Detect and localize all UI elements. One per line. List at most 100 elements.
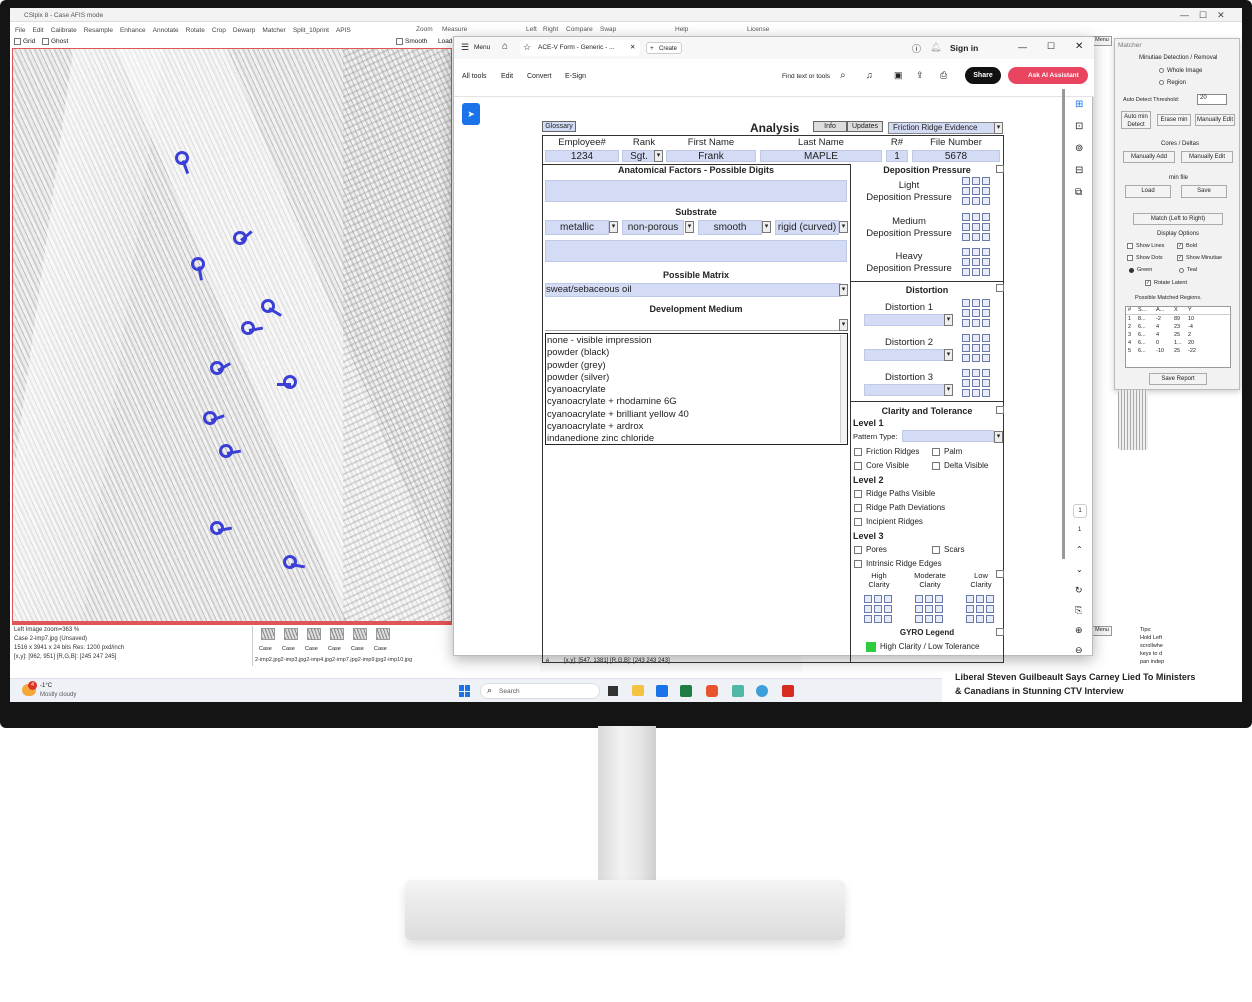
manually-edit-cores-button[interactable]: Manually Edit <box>1181 151 1233 163</box>
minutia-marker[interactable] <box>203 411 217 425</box>
ridge-path-deviations-checkbox[interactable] <box>854 504 862 512</box>
cslip-menu-calibrate[interactable]: Calibrate <box>51 27 77 34</box>
fingerprint-image[interactable] <box>12 48 452 622</box>
evidence-dropdown-icon[interactable]: ▾ <box>994 122 1003 134</box>
bell-icon[interactable]: 🔔︎ <box>930 42 941 53</box>
manually-edit-button[interactable]: Manually Edit <box>1195 114 1235 126</box>
thumbnail-image[interactable] <box>261 628 275 640</box>
thumbnail-strip[interactable]: Case Case Case Case Case Case 2-imp2.jpg2-imp… <box>252 626 452 666</box>
distortion-2-dropdown-icon[interactable]: ▾ <box>944 349 953 361</box>
tool-all-tools[interactable]: All tools <box>462 73 487 80</box>
tool-convert[interactable]: Convert <box>527 73 552 80</box>
matrix-dropdown-icon[interactable]: ▾ <box>839 284 848 296</box>
menu-right[interactable]: Right <box>543 26 558 33</box>
minutia-marker[interactable] <box>241 321 255 335</box>
show-dots-checkbox[interactable] <box>1127 255 1133 261</box>
matcher-menu-button[interactable]: Menu <box>1092 36 1112 46</box>
cslip-menu-rotate[interactable]: Rotate <box>186 27 205 34</box>
gyro-toggle[interactable] <box>996 628 1004 636</box>
pattern-type-dropdown-icon[interactable]: ▾ <box>994 431 1003 443</box>
minimize-icon[interactable]: — <box>1018 42 1027 52</box>
threshold-input[interactable]: 20 <box>1197 94 1227 105</box>
info-button[interactable]: Info <box>813 121 847 132</box>
distortion-3-dropdown-icon[interactable]: ▾ <box>944 384 953 396</box>
updates-button[interactable]: Updates <box>847 121 883 132</box>
substrate-1-dropdown-icon[interactable]: ▾ <box>609 221 618 233</box>
low-clarity-grid[interactable] <box>966 595 994 623</box>
dev-medium-option[interactable]: indanedione zinc chloride <box>547 433 689 445</box>
table-row[interactable]: 1 8... -2 89 10 <box>1126 316 1232 324</box>
distortion-3-grid[interactable] <box>962 369 990 397</box>
menu-measure[interactable]: Measure <box>442 26 467 33</box>
dep-heavy-grid[interactable] <box>962 248 990 276</box>
substrate-3-dropdown-icon[interactable]: ▾ <box>762 221 771 233</box>
whole-image-radio[interactable] <box>1159 68 1164 73</box>
search-box[interactable]: ⌕ Search <box>480 683 600 699</box>
thumbnail-image[interactable] <box>307 628 321 640</box>
dev-medium-option[interactable]: powder (black) <box>547 347 689 359</box>
matched-regions-table[interactable]: # S... A... X Y 1 8... -2 89 10 2 6... 4 23 -4 3 6... 4 25… <box>1125 306 1232 368</box>
erase-min-button[interactable]: Erase min <box>1157 114 1191 126</box>
minutia-marker[interactable] <box>261 299 275 313</box>
news-snippet[interactable]: Liberal Steven Guilbeault Says Carney Li… <box>942 672 1242 702</box>
rotate-latent-checkbox[interactable]: ✓ <box>1145 280 1151 286</box>
auto-min-detect-button[interactable]: Auto min Detect <box>1121 111 1151 129</box>
minutia-marker[interactable] <box>233 231 247 245</box>
palm-checkbox[interactable] <box>932 448 940 456</box>
distortion-1-grid[interactable] <box>962 299 990 327</box>
cslip-menu-edit[interactable]: Edit <box>32 27 43 34</box>
refresh-icon[interactable]: ↻ <box>1075 585 1083 596</box>
smooth-checkbox[interactable] <box>396 38 403 45</box>
bookmark-icon[interactable]: ⊟ <box>1075 165 1083 176</box>
minutia-marker[interactable] <box>210 361 224 375</box>
cslip-menu-matcher[interactable]: Matcher <box>262 27 285 34</box>
edge-icon[interactable] <box>756 685 768 697</box>
table-row[interactable]: 4 6... 0 1... 20 <box>1126 340 1232 348</box>
scan-icon[interactable]: ⊡ <box>1075 121 1083 132</box>
minutia-marker[interactable] <box>191 257 205 271</box>
show-lines-checkbox[interactable] <box>1127 243 1133 249</box>
tool-edit[interactable]: Edit <box>501 73 513 80</box>
menu-swap[interactable]: Swap <box>600 26 616 33</box>
task-view-icon[interactable] <box>608 686 618 696</box>
ai-assistant-button[interactable]: Ask AI Assistant <box>1008 67 1088 84</box>
moderate-clarity-grid[interactable] <box>915 595 943 623</box>
grid-checkbox[interactable] <box>14 38 21 45</box>
excel-icon[interactable] <box>680 685 692 697</box>
minutia-marker[interactable] <box>283 375 297 389</box>
dep-light-grid[interactable] <box>962 177 990 205</box>
region-radio[interactable] <box>1159 80 1164 85</box>
minutia-marker[interactable] <box>210 521 224 535</box>
save-report-button[interactable]: Save Report <box>1149 373 1207 385</box>
brave-icon[interactable] <box>706 685 718 697</box>
incipient-ridges-checkbox[interactable] <box>854 518 862 526</box>
search-icon[interactable]: ⌕ <box>840 70 846 81</box>
deposition-toggle[interactable] <box>996 165 1004 173</box>
table-row[interactable]: 2 6... 4 23 -4 <box>1126 324 1232 332</box>
cslip-menu-annotate[interactable]: Annotate <box>153 27 179 34</box>
cslip-menu-enhance[interactable]: Enhance <box>120 27 146 34</box>
bottom-menu-button[interactable]: Menu <box>1092 626 1112 636</box>
dev-medium-option[interactable]: powder (grey) <box>547 360 689 372</box>
copy-icon[interactable]: ⧉ <box>1075 187 1082 198</box>
anatomical-field[interactable] <box>545 180 847 202</box>
document-icon[interactable]: ⎘ <box>1075 605 1082 616</box>
rank-dropdown-icon[interactable]: ▾ <box>654 150 663 162</box>
dev-medium-option[interactable]: cyanoacrylate + brilliant yellow 40 <box>547 409 689 421</box>
intrinsic-ridge-edges-checkbox[interactable] <box>854 560 862 568</box>
file-explorer-icon[interactable] <box>632 685 644 696</box>
cslip-menu-apis[interactable]: APIS <box>336 27 351 34</box>
star-icon[interactable]: ☆ <box>523 42 531 53</box>
window-controls[interactable]: — ☐ ✕ <box>1180 10 1225 21</box>
menu-zoom[interactable]: Zoom <box>416 26 433 33</box>
table-row[interactable]: 3 6... 4 25 2 <box>1126 332 1232 340</box>
headphones-icon[interactable]: ♫ <box>866 70 873 80</box>
tab-acev-form[interactable]: ☆ ACE-V Form - Generic - ... ✕ <box>520 40 640 56</box>
distortion-1-field[interactable] <box>864 314 948 326</box>
substrate-notes-field[interactable] <box>545 240 847 262</box>
dev-medium-option[interactable]: cyanoacrylate + ardrox <box>547 421 689 433</box>
save-icon[interactable]: ▣ <box>894 70 903 81</box>
bold-checkbox[interactable]: ✓ <box>1177 243 1183 249</box>
app-icon[interactable] <box>732 685 744 697</box>
help-icon[interactable]: ⓘ <box>912 42 921 55</box>
